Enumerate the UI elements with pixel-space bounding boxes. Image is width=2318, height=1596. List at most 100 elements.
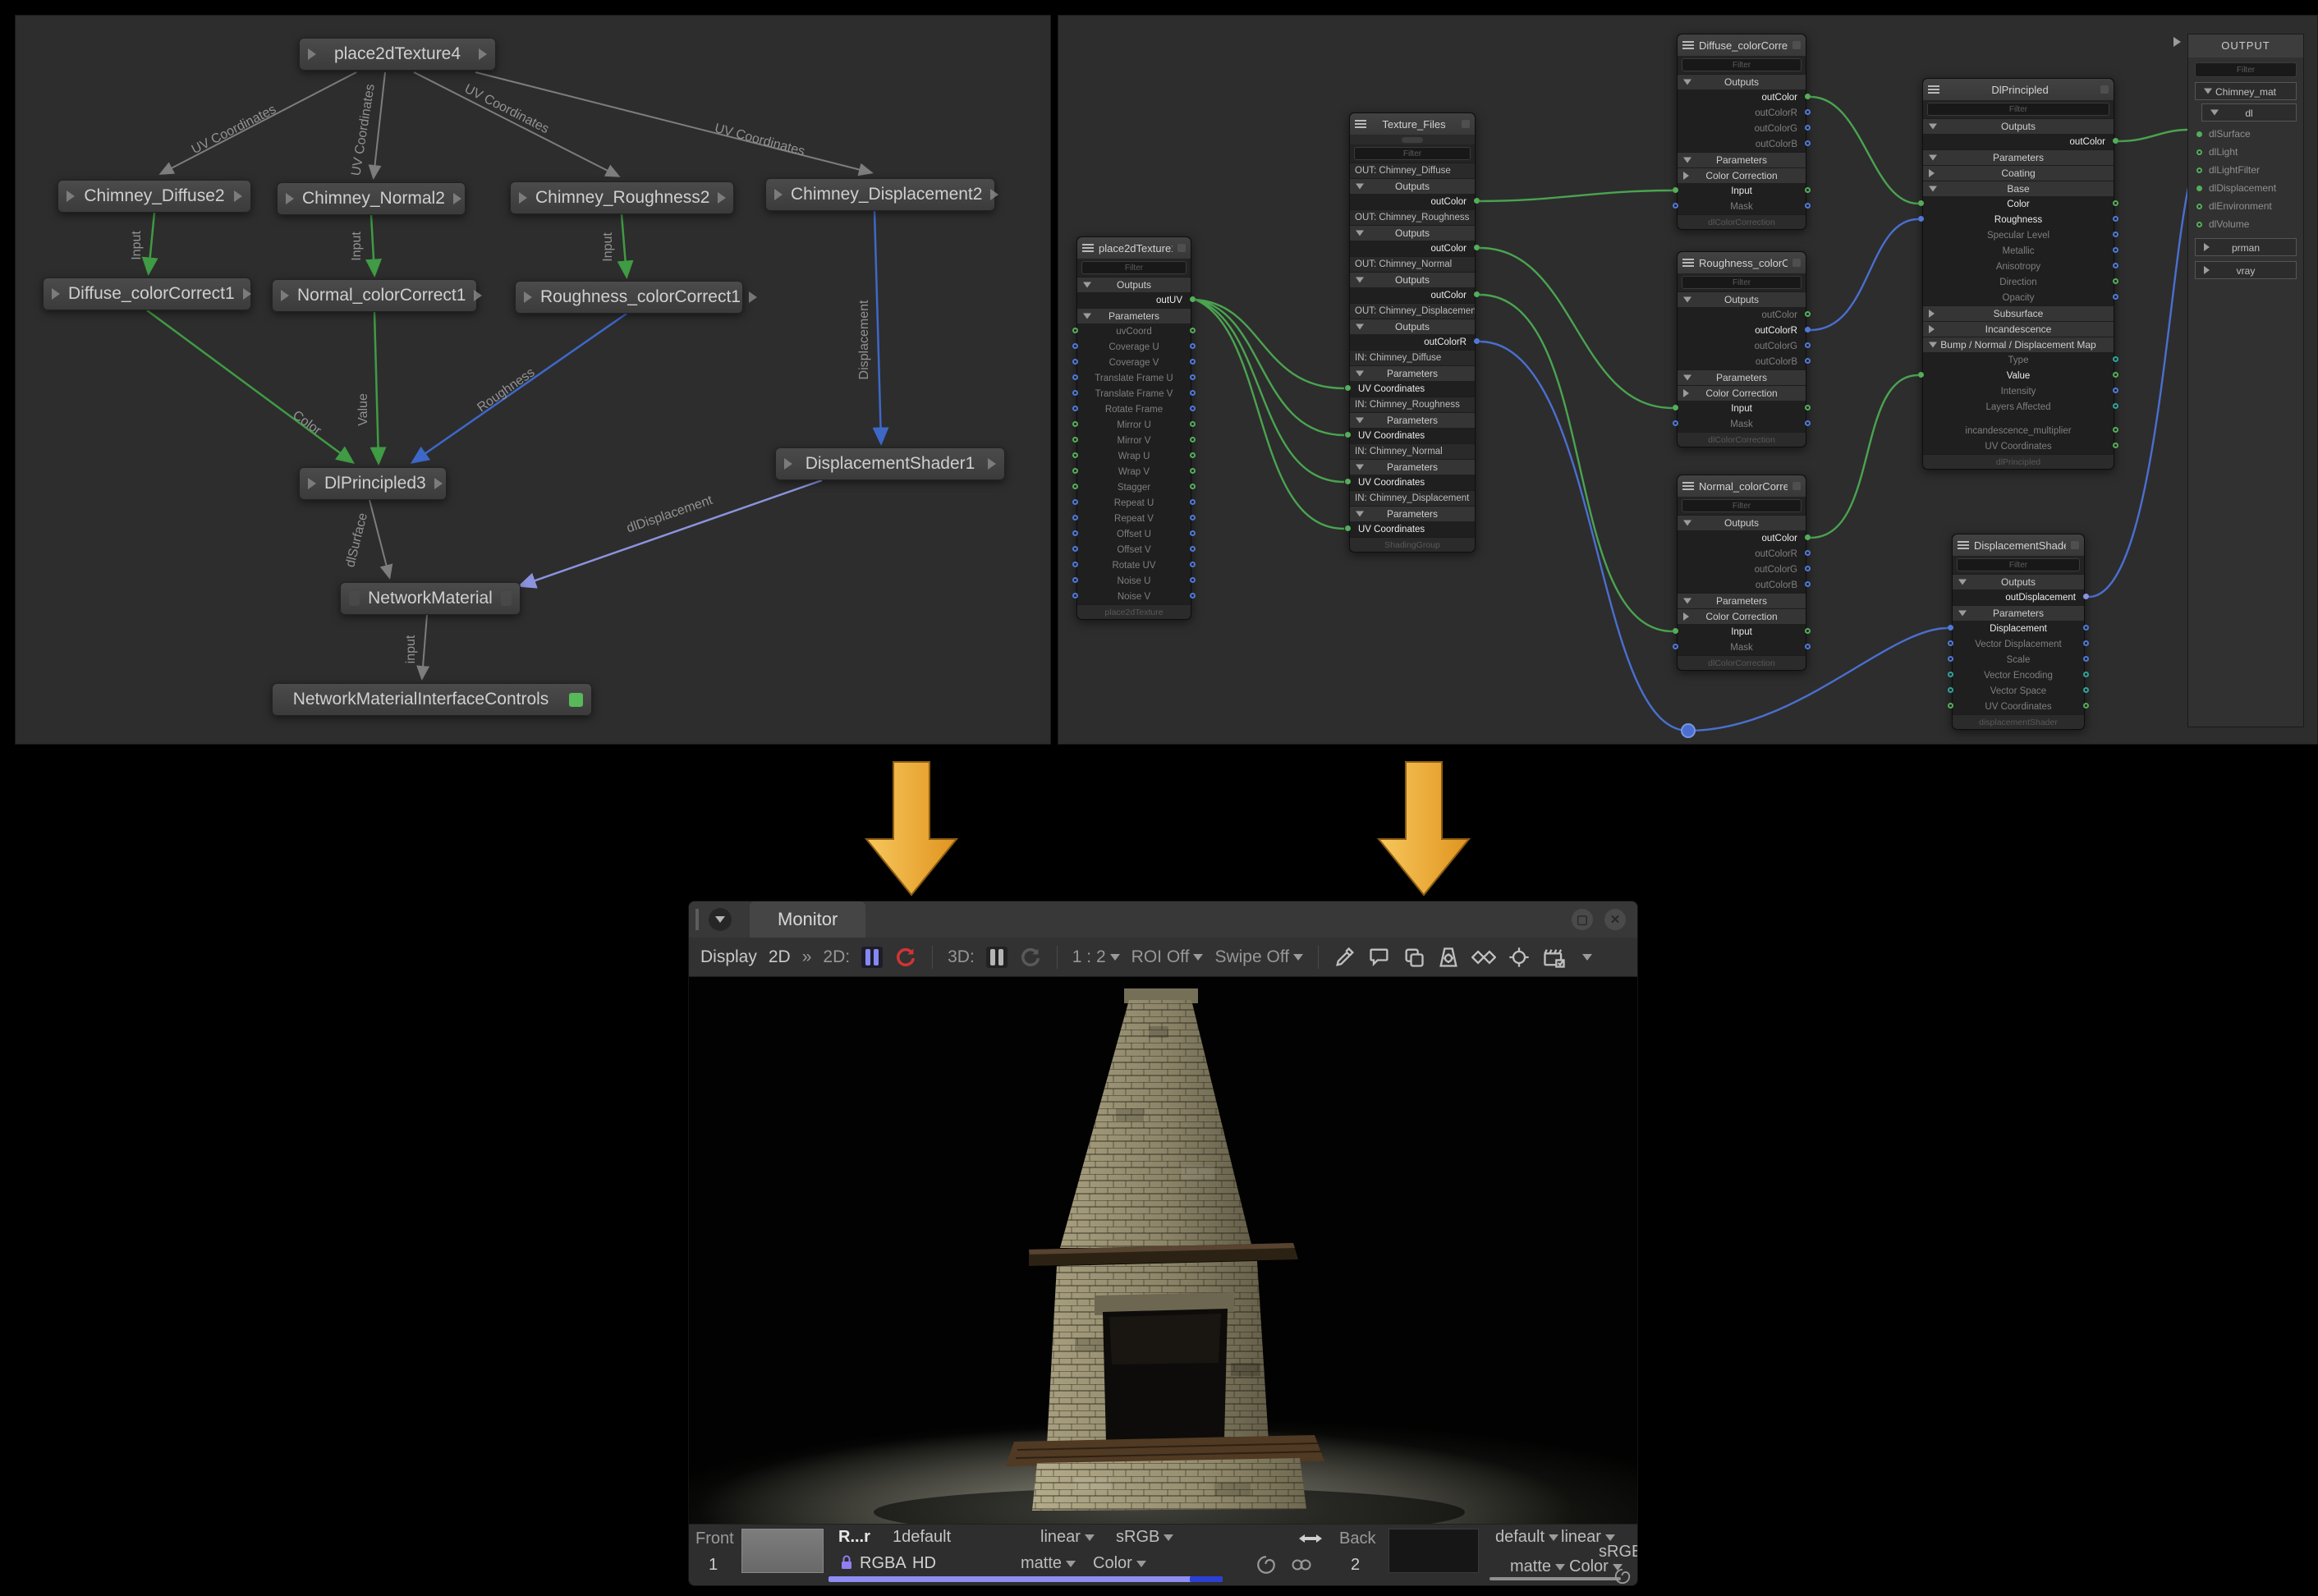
parameter-row[interactable]: Vector Encoding (1953, 667, 2084, 683)
filter-input[interactable]: Filter (1081, 261, 1187, 274)
input-port[interactable] (1918, 200, 1924, 206)
output-port[interactable] (1190, 515, 1196, 521)
port-row[interactable]: outColorG (1678, 121, 1806, 136)
edge-outcolor-output[interactable] (2118, 130, 2189, 141)
section-bump-normal-displacement[interactable]: Bump / Normal / Displacement Map (1923, 337, 2114, 352)
renderer-box[interactable]: prman (2195, 238, 2297, 256)
node-header[interactable]: Texture_Files (1350, 113, 1475, 135)
back-thumbnail[interactable] (1389, 1529, 1479, 1573)
port-row[interactable]: UV Coordinates (1350, 381, 1475, 397)
port-row[interactable]: outColor (1350, 241, 1475, 256)
collapse-box-icon[interactable] (2100, 85, 2109, 94)
parameter-row[interactable]: Vector Space (1953, 683, 2084, 699)
expand-right-icon[interactable] (234, 190, 242, 202)
section-base[interactable]: Base (1923, 181, 2114, 196)
output-port[interactable] (1805, 358, 1811, 364)
input-port[interactable] (1948, 656, 1953, 662)
node-chimney-normal2[interactable]: Chimney_Normal2 (277, 182, 466, 215)
node-header[interactable]: Diffuse_colorCorrect (1678, 34, 1806, 56)
expand-right-icon[interactable] (990, 189, 998, 200)
edge-input-roughness[interactable] (622, 214, 627, 275)
output-port[interactable] (2113, 443, 2118, 448)
mode-2d-button[interactable]: 2D (769, 947, 791, 967)
parameter-row[interactable]: Opacity (1923, 290, 2114, 305)
section-outputs[interactable]: Outputs (1350, 225, 1475, 241)
parameter-row[interactable]: Wrap U (1077, 448, 1191, 464)
katana-node-graph-panel[interactable]: place2dTexture1 Filter Outputs outUV Par… (1058, 15, 2318, 745)
output-port[interactable] (1474, 291, 1480, 297)
output-port[interactable] (1190, 421, 1196, 427)
edge-displacement[interactable] (874, 211, 881, 442)
input-port[interactable] (1072, 390, 1078, 396)
section-outputs[interactable]: Outputs (1350, 178, 1475, 194)
menu-icon[interactable] (1928, 85, 1939, 94)
front-thumbnail[interactable] (741, 1529, 824, 1573)
input-port[interactable] (1072, 484, 1078, 489)
group-header[interactable]: IN: Chimney_Displacement (1350, 490, 1475, 506)
front-colorspace-dropdown[interactable]: linear (1040, 1528, 1095, 1547)
parameter-row[interactable]: Metallic (1923, 243, 2114, 259)
section-incandescence[interactable]: Incandescence (1923, 321, 2114, 337)
parameter-row[interactable]: Color (1923, 196, 2114, 212)
refresh-3d-button[interactable] (1019, 946, 1042, 969)
back-default-dropdown[interactable]: default (1495, 1528, 1558, 1547)
collapse-box-icon[interactable] (1792, 259, 1801, 267)
slot-port[interactable] (2196, 186, 2202, 191)
input-port[interactable] (1948, 625, 1953, 631)
output-port[interactable] (1805, 628, 1811, 634)
node-dlprincipled[interactable]: DlPrincipled Filter Outputs outColor Par… (1922, 78, 2114, 470)
edge-cc-roughness[interactable] (1811, 219, 1918, 330)
input-port[interactable] (1918, 372, 1924, 378)
input-port[interactable] (1673, 644, 1678, 649)
node-texture-files[interactable]: Texture_Files Filter OUT: Chimney_Diffus… (1349, 112, 1476, 553)
expand-right-icon[interactable] (474, 290, 482, 301)
output-port[interactable] (1190, 406, 1196, 411)
group-header[interactable]: OUT: Chimney_Displacement (1350, 303, 1475, 319)
output-port[interactable] (2113, 247, 2118, 253)
input-port[interactable] (1345, 525, 1351, 531)
parameter-row[interactable]: Noise V (1077, 589, 1191, 604)
port-row-input[interactable]: Input (1678, 401, 1806, 416)
input-port[interactable] (1948, 687, 1953, 693)
section-outputs[interactable]: Outputs (1077, 277, 1191, 292)
slot-port[interactable] (2196, 167, 2202, 173)
input-port[interactable] (1948, 640, 1953, 646)
swap-ab-icon[interactable] (1298, 1531, 1323, 1551)
input-port[interactable] (1072, 374, 1078, 380)
expand-left-icon[interactable] (67, 190, 75, 202)
input-port[interactable] (1918, 216, 1924, 222)
output-port[interactable] (1190, 452, 1196, 458)
input-port[interactable] (1345, 479, 1351, 484)
parameter-row[interactable]: Anisotropy (1923, 259, 2114, 274)
input-port[interactable] (1345, 432, 1351, 438)
input-port[interactable] (1673, 420, 1678, 426)
port-row[interactable]: outColor (1678, 530, 1806, 546)
output-port[interactable] (2083, 703, 2089, 709)
menu-icon[interactable] (1355, 120, 1366, 128)
slot-port[interactable] (2196, 131, 2202, 137)
output-port[interactable] (2113, 388, 2118, 393)
parameter-row[interactable]: incandescence_multiplier (1923, 423, 2114, 438)
section-color-correction[interactable]: Color Correction (1678, 167, 1806, 183)
menu-icon[interactable] (1082, 244, 1094, 252)
port-row[interactable]: UV Coordinates (1350, 428, 1475, 443)
expand-left-icon[interactable] (52, 288, 60, 300)
slot-port[interactable] (2196, 222, 2202, 227)
section-outputs[interactable]: Outputs (1953, 574, 2084, 589)
monitor-window[interactable]: Monitor ▢ ✕ Display 2D » 2D: 3D: 1 : 2 R… (688, 901, 1638, 1586)
eyedropper-icon[interactable] (1333, 946, 1356, 969)
output-port[interactable] (2083, 640, 2089, 646)
node-chimney-diffuse2[interactable]: Chimney_Diffuse2 (57, 180, 251, 213)
port-row[interactable]: outColorG (1678, 338, 1806, 354)
node-networkmaterialinterfacecontrols[interactable]: NetworkMaterialInterfaceControls (272, 683, 592, 716)
port-row[interactable]: outColor (1350, 287, 1475, 303)
node-place2dtexture1[interactable]: place2dTexture1 Filter Outputs outUV Par… (1076, 236, 1191, 620)
parameter-row[interactable]: Repeat V (1077, 511, 1191, 526)
filter-input[interactable]: Filter (1682, 276, 1802, 289)
parameter-row[interactable]: UV Coordinates (1953, 699, 2084, 714)
input-port[interactable] (1072, 546, 1078, 552)
section-parameters[interactable]: Parameters (1953, 605, 2084, 621)
parameter-row[interactable]: Intensity (1923, 383, 2114, 399)
collapse-box-icon[interactable] (1792, 482, 1801, 490)
render-viewport[interactable] (689, 977, 1638, 1525)
